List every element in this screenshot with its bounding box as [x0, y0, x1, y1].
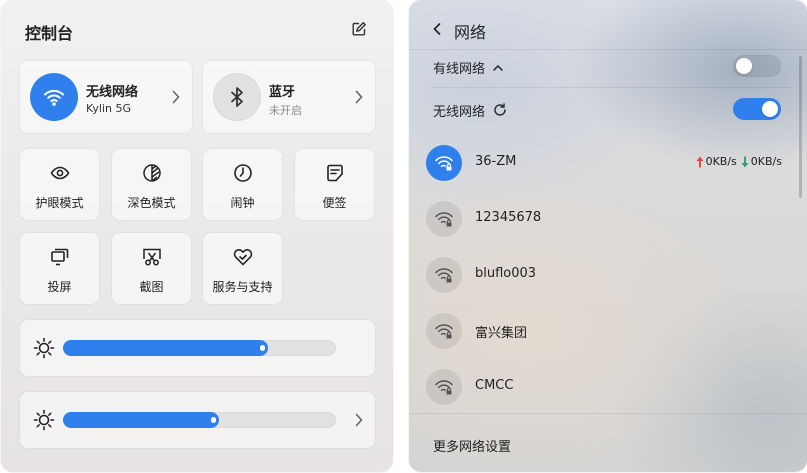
volume-slider-card	[20, 392, 375, 448]
scrollbar[interactable]	[799, 56, 802, 198]
notes-icon	[326, 164, 343, 182]
wifi-lock-icon	[426, 145, 462, 181]
support-icon	[233, 249, 252, 266]
more-network-settings-label: 更多网络设置	[433, 440, 512, 455]
divider	[433, 87, 791, 88]
network-item-connected[interactable]: 36-ZM 0KB/s 0KB/s	[409, 135, 799, 191]
network-item[interactable]: 富兴集团	[409, 303, 799, 359]
wired-network-label[interactable]: 有线网络	[433, 58, 503, 77]
brightness-slider-handle[interactable]	[259, 345, 265, 351]
chevron-right-icon[interactable]	[355, 413, 363, 427]
wireless-network-text: 无线网络	[433, 105, 486, 120]
tile-alarm[interactable]: 闹钟	[203, 149, 282, 220]
clock-icon	[233, 164, 252, 182]
screenshot-icon	[142, 248, 161, 266]
network-ssid: bluflo003	[475, 266, 537, 281]
network-ssid: CMCC	[475, 378, 514, 393]
wifi-card-name: 无线网络	[86, 85, 139, 100]
back-icon[interactable]	[433, 23, 441, 35]
tile-label: 投屏	[47, 280, 72, 294]
wifi-lock-icon	[426, 313, 462, 349]
tile-eye-care[interactable]: 护眼模式	[20, 149, 99, 220]
wifi-toggle[interactable]	[30, 73, 78, 121]
bluetooth-toggle[interactable]	[213, 73, 261, 121]
display-slider-handle[interactable]	[210, 417, 216, 423]
tile-label: 护眼模式	[35, 196, 84, 210]
toggle-knob	[762, 101, 778, 117]
tile-label: 服务与支持	[212, 280, 273, 294]
toggle-knob	[736, 58, 752, 74]
wifi-lock-icon	[426, 257, 462, 293]
chevron-right-icon[interactable]	[355, 90, 363, 104]
wired-network-toggle[interactable]	[733, 55, 781, 77]
wifi-icon	[44, 89, 64, 106]
wifi-card[interactable]: 无线网络 Kylin 5G	[20, 61, 192, 133]
display-slider-fill	[63, 412, 219, 428]
tile-label: 便签	[322, 196, 347, 210]
network-item[interactable]: CMCC	[409, 359, 799, 415]
display-slider[interactable]	[63, 412, 336, 428]
brightness-slider-card	[20, 320, 375, 376]
tile-screen-cast[interactable]: 投屏	[20, 233, 99, 304]
bluetooth-card-name: 蓝牙	[269, 85, 296, 100]
tile-label: 深色模式	[127, 196, 176, 210]
control-center-panel: 控制台 无线网络 Kylin 5G 蓝牙 未开启 护眼模式 深色模式 闹钟 便签…	[1, 0, 393, 472]
upload-speed: 0KB/s	[705, 155, 737, 168]
dark-mode-icon	[142, 164, 161, 182]
wifi-lock-icon	[426, 369, 462, 405]
download-speed: 0KB/s	[750, 155, 782, 168]
tile-label: 截图	[139, 280, 164, 294]
network-speed: 0KB/s 0KB/s	[696, 155, 782, 168]
brightness-slider[interactable]	[63, 340, 336, 356]
network-title: 网络	[454, 23, 487, 42]
upload-arrow-icon	[696, 156, 704, 167]
screen-cast-icon	[50, 248, 68, 266]
wired-network-text: 有线网络	[433, 62, 486, 77]
tile-screenshot[interactable]: 截图	[112, 233, 191, 304]
wifi-lock-icon	[426, 201, 462, 237]
network-item[interactable]: bluflo003	[409, 247, 799, 303]
network-ssid: 36-ZM	[475, 154, 517, 169]
tile-support[interactable]: 服务与支持	[203, 233, 282, 304]
refresh-icon[interactable]	[493, 103, 507, 117]
brightness-icon	[33, 409, 55, 431]
bluetooth-card-status: 未开启	[269, 104, 302, 117]
wireless-network-toggle[interactable]	[733, 98, 781, 120]
download-arrow-icon	[741, 156, 749, 167]
bluetooth-icon	[231, 87, 243, 107]
chevron-right-icon[interactable]	[172, 90, 180, 104]
tile-label: 闹钟	[230, 196, 255, 210]
edit-icon[interactable]	[351, 21, 367, 37]
control-center-title: 控制台	[25, 24, 74, 43]
chevron-up-icon[interactable]	[493, 64, 503, 72]
wifi-card-status: Kylin 5G	[86, 102, 132, 115]
more-network-settings[interactable]: 更多网络设置	[409, 413, 807, 472]
wireless-network-label: 无线网络	[433, 101, 507, 120]
network-header: 网络	[409, 0, 807, 50]
tile-notes[interactable]: 便签	[295, 149, 374, 220]
network-item[interactable]: 12345678	[409, 191, 799, 247]
eye-icon	[50, 166, 69, 180]
brightness-icon	[33, 337, 55, 359]
network-ssid: 富兴集团	[475, 326, 528, 341]
network-panel: 网络 有线网络 无线网络 36-ZM 0KB/s 0KB/s 12345678	[409, 0, 807, 472]
brightness-slider-fill	[63, 340, 268, 356]
tile-dark-mode[interactable]: 深色模式	[112, 149, 191, 220]
network-ssid: 12345678	[475, 210, 542, 225]
bluetooth-card[interactable]: 蓝牙 未开启	[203, 61, 375, 133]
